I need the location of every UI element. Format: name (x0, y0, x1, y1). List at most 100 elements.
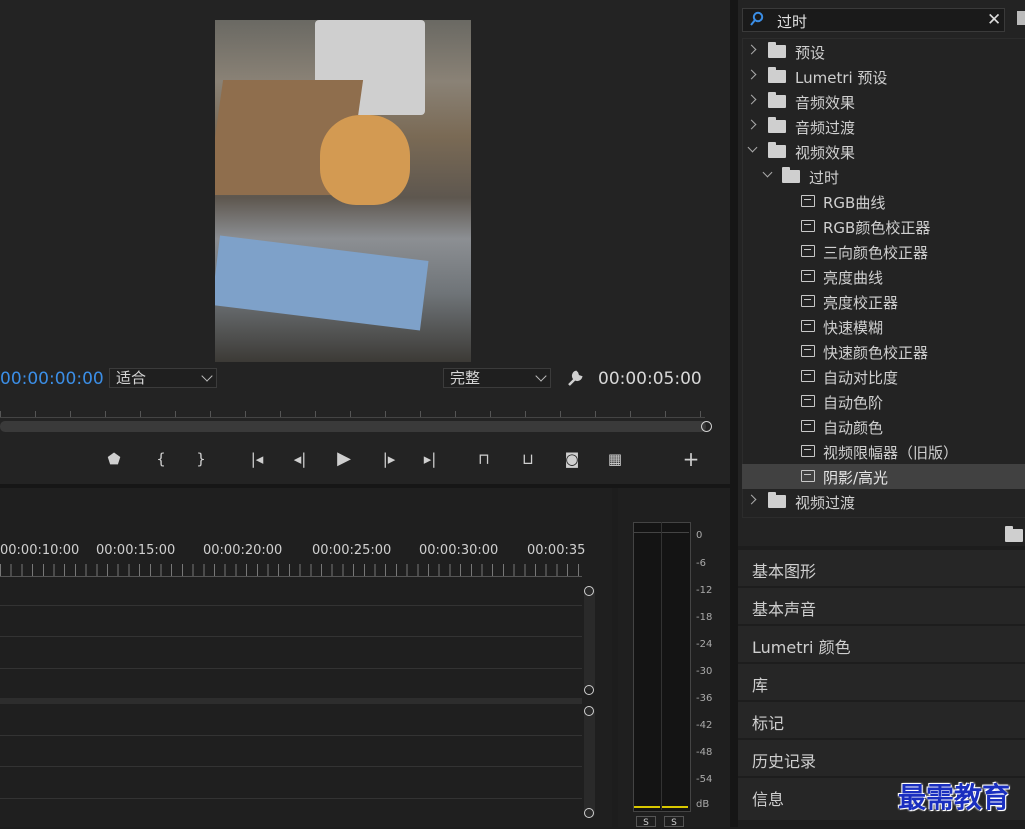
db-label: -6 (696, 558, 706, 569)
tree-item-label: 阴影/高光 (823, 469, 889, 487)
solo-button[interactable]: S (664, 816, 684, 828)
timeline-ruler[interactable] (0, 564, 582, 577)
tree-item-label: 过时 (809, 169, 840, 187)
current-timecode[interactable]: 00:00:00:00 (0, 369, 104, 389)
compare-view-icon[interactable]: ▦ (602, 448, 628, 470)
tree-item-effect[interactable]: 亮度校正器 (742, 289, 1025, 314)
tree-item-effect[interactable]: 三向颜色校正器 (742, 239, 1025, 264)
zoom-scrollbar[interactable] (0, 421, 706, 432)
tree-item-effect[interactable]: 视频限幅器（旧版） (742, 439, 1025, 464)
panel-lumetri-color[interactable]: Lumetri 颜色 (738, 626, 1025, 662)
video-track-scrollbar[interactable] (584, 586, 595, 690)
scrollbar-handle[interactable] (701, 421, 712, 432)
tree-item-label: 亮度曲线 (823, 269, 884, 287)
add-marker-icon[interactable]: ⬟ (101, 448, 127, 470)
quality-select[interactable]: 完整 (443, 368, 551, 388)
tree-item-effect[interactable]: 亮度曲线 (742, 264, 1025, 289)
panel-label: 库 (752, 676, 769, 695)
panel-essential-graphics[interactable]: 基本图形 (738, 550, 1025, 586)
effect-icon (801, 470, 815, 482)
tree-item-label: RGB曲线 (823, 194, 886, 212)
go-to-in-icon[interactable]: |◂ (244, 448, 270, 470)
lift-icon[interactable]: ⊓ (471, 448, 497, 470)
extract-icon[interactable]: ⊔ (515, 448, 541, 470)
panel-label: 信息 (752, 790, 785, 809)
video-preview[interactable] (215, 20, 471, 362)
video-audio-divider[interactable] (0, 698, 582, 704)
folder-icon (768, 142, 786, 158)
db-label: -36 (696, 693, 713, 704)
effect-icon (801, 270, 815, 282)
panel-essential-sound[interactable]: 基本声音 (738, 588, 1025, 624)
effect-icon (801, 295, 815, 307)
ruler-label: 00:00:35 (527, 543, 586, 558)
tree-item-effect[interactable]: RGB颜色校正器 (742, 214, 1025, 239)
scrollbar-handle[interactable] (584, 586, 594, 596)
tree-item-presets[interactable]: 预设 (742, 39, 1025, 64)
new-folder-icon[interactable] (1005, 526, 1023, 542)
tree-item-effect-selected[interactable]: 阴影/高光 (742, 464, 1025, 489)
tree-item-effect[interactable]: 自动色阶 (742, 389, 1025, 414)
chevron-down-icon (762, 167, 773, 178)
preset-folder-icon (768, 42, 786, 58)
zoom-select[interactable]: 适合 (109, 368, 217, 388)
panel-markers[interactable]: 标记 (738, 702, 1025, 738)
audio-track-scrollbar[interactable] (584, 706, 595, 818)
scrollbar-handle[interactable] (584, 685, 594, 695)
new-bin-icon[interactable] (1017, 11, 1025, 25)
ruler-label: 00:00:15:00 (96, 543, 176, 558)
solo-button[interactable]: S (636, 816, 656, 828)
scrollbar-handle[interactable] (584, 706, 594, 716)
tree-item-effect[interactable]: 自动对比度 (742, 364, 1025, 389)
clear-search-icon[interactable]: ✕ (987, 10, 1001, 30)
chevron-down-icon (747, 142, 758, 153)
tree-item-label: Lumetri 预设 (795, 69, 888, 87)
add-button-icon[interactable]: + (678, 448, 704, 470)
watermark: 最需教育 (898, 781, 1011, 814)
step-forward-icon[interactable]: |▸ (376, 448, 402, 470)
time-ruler[interactable] (0, 405, 705, 418)
tree-item-audio-effects[interactable]: 音频效果 (742, 89, 1025, 114)
tree-item-audio-transitions[interactable]: 音频过渡 (742, 114, 1025, 139)
tree-item-label: 视频过渡 (795, 494, 856, 512)
play-icon[interactable]: ▶ (331, 448, 357, 470)
step-back-icon[interactable]: ◂| (287, 448, 313, 470)
settings-wrench-icon[interactable] (565, 366, 585, 388)
meter-level-right (662, 806, 688, 808)
panel-divider[interactable] (730, 0, 738, 827)
go-to-out-icon[interactable]: ▸| (417, 448, 443, 470)
tree-item-effect[interactable]: 快速颜色校正器 (742, 339, 1025, 364)
preset-folder-icon (768, 67, 786, 83)
tree-item-label: RGB颜色校正器 (823, 219, 931, 237)
tree-item-lumetri-presets[interactable]: Lumetri 预设 (742, 64, 1025, 89)
export-frame-icon[interactable]: ◙ (559, 448, 585, 470)
panel-history[interactable]: 历史记录 (738, 740, 1025, 776)
search-input[interactable]: 过时 (777, 11, 807, 32)
folder-icon (768, 92, 786, 108)
effect-icon (801, 320, 815, 332)
panel-libraries[interactable]: 库 (738, 664, 1025, 700)
db-label: -18 (696, 612, 713, 623)
tree-item-label: 自动颜色 (823, 419, 884, 437)
scrollbar-handle[interactable] (584, 808, 594, 818)
mark-out-icon[interactable]: } (188, 448, 214, 470)
tree-item-label: 自动色阶 (823, 394, 884, 412)
duration-timecode: 00:00:05:00 (598, 369, 702, 389)
tree-item-effect[interactable]: 自动颜色 (742, 414, 1025, 439)
tree-item-video-effects[interactable]: 视频效果 (742, 139, 1025, 164)
mark-in-icon[interactable]: { (148, 448, 174, 470)
tree-item-effect[interactable]: 快速模糊 (742, 314, 1025, 339)
effects-search-box[interactable]: 过时 ✕ (742, 8, 1005, 32)
tree-item-effect[interactable]: RGB曲线 (742, 189, 1025, 214)
tree-item-label: 快速颜色校正器 (823, 344, 929, 362)
db-label: 0 (696, 530, 703, 541)
preview-screen-shape (215, 235, 429, 331)
tree-item-obsolete[interactable]: 过时 (742, 164, 1025, 189)
chevron-right-icon (746, 119, 757, 130)
db-label: -12 (696, 585, 713, 596)
tree-item-video-transitions[interactable]: 视频过渡 (742, 489, 1025, 514)
chevron-down-icon (535, 370, 547, 382)
track-divider (0, 668, 582, 669)
panel-label: 历史记录 (752, 752, 817, 771)
tree-item-label: 音频效果 (795, 94, 856, 112)
